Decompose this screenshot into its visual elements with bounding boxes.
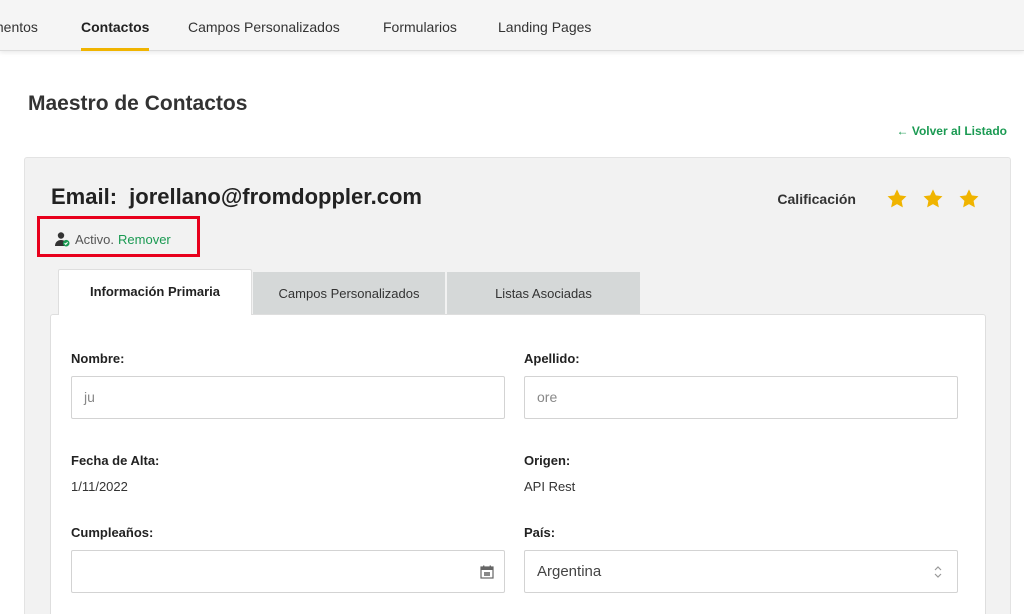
nombre-label: Nombre: xyxy=(71,351,125,366)
nav-item-contactos[interactable]: Contactos xyxy=(81,0,150,51)
email-label: Email: xyxy=(51,184,118,209)
star-icon[interactable] xyxy=(922,188,944,210)
status-text: Activo. xyxy=(75,231,115,247)
pais-selected-value: Argentina xyxy=(537,563,602,580)
tab-campos-personalizados[interactable]: Campos Personalizados xyxy=(253,272,445,314)
primary-info-panel: Nombre: ju Apellido: ore Fecha de Alta: … xyxy=(50,314,986,614)
rating-label: Calificación xyxy=(777,191,856,207)
apellido-label: Apellido: xyxy=(524,351,580,366)
star-icon[interactable] xyxy=(886,188,908,210)
contact-status: Activo. Remover xyxy=(54,231,171,247)
origen-value: API Rest xyxy=(524,479,576,494)
nav-item-campos-personalizados[interactable]: Campos Personalizados xyxy=(188,0,340,51)
user-check-icon xyxy=(55,232,70,247)
tab-informacion-primaria[interactable]: Información Primaria xyxy=(58,269,252,315)
nav-item-formularios[interactable]: Formularios xyxy=(383,0,457,51)
apellido-input[interactable]: ore xyxy=(524,376,958,419)
cumpleanos-input[interactable] xyxy=(71,550,505,593)
rating: Calificación xyxy=(777,188,980,210)
status-highlight-box: Activo. Remover xyxy=(37,216,200,257)
select-arrows-icon xyxy=(934,566,942,578)
nav-item-segmentos[interactable]: mentos xyxy=(0,0,38,51)
nombre-input[interactable]: ju xyxy=(71,376,505,419)
pais-label: País: xyxy=(524,525,556,540)
remove-link[interactable]: Remover xyxy=(118,232,171,247)
email-value: jorellano@fromdoppler.com xyxy=(129,184,422,209)
pais-select[interactable]: Argentina xyxy=(524,550,958,593)
fecha-alta-label: Fecha de Alta: xyxy=(71,453,160,468)
back-to-list-link[interactable]: ← Volver al Listado xyxy=(897,124,1007,138)
fecha-alta-value: 1/11/2022 xyxy=(71,479,128,494)
calendar-icon[interactable] xyxy=(480,565,494,579)
top-nav: mentos Contactos Campos Personalizados F… xyxy=(0,0,1024,51)
tab-listas-asociadas[interactable]: Listas Asociadas xyxy=(447,272,640,314)
email-heading: Email: jorellano@fromdoppler.com xyxy=(51,184,422,210)
cumpleanos-label: Cumpleaños: xyxy=(71,525,154,540)
star-icon[interactable] xyxy=(958,188,980,210)
contact-card: Email: jorellano@fromdoppler.com Calific… xyxy=(24,157,1011,614)
nav-item-landing-pages[interactable]: Landing Pages xyxy=(498,0,591,51)
origen-label: Origen: xyxy=(524,453,571,468)
page-title: Maestro de Contactos xyxy=(28,92,248,115)
